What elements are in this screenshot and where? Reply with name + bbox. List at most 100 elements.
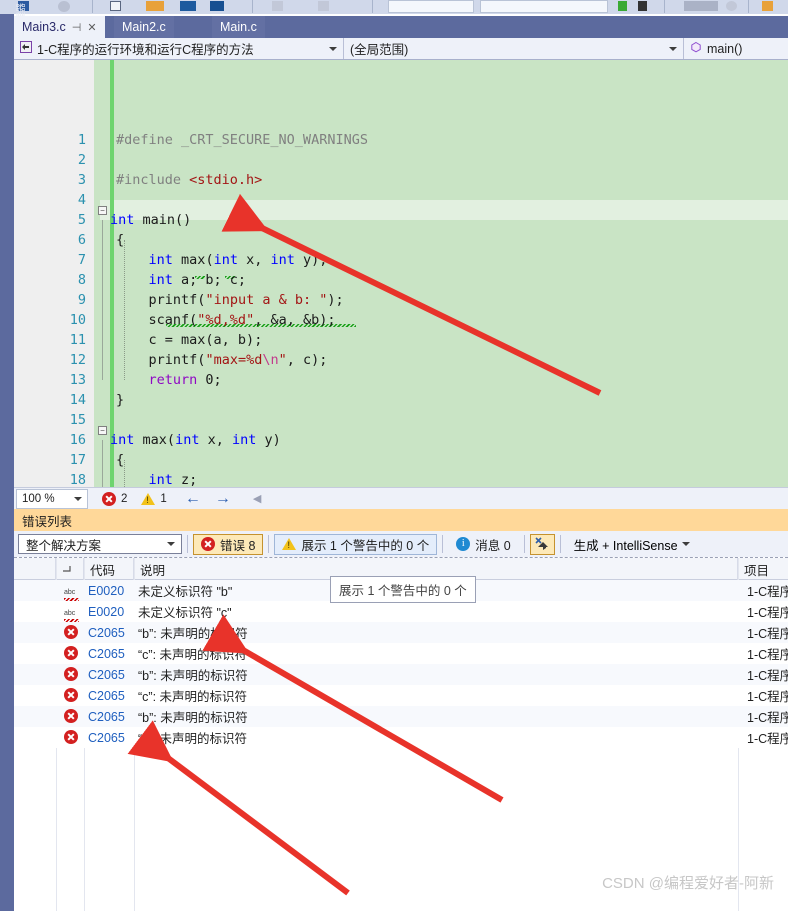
code-line: int max(int x, int y); xyxy=(148,252,328,268)
toolbar-icon-misc[interactable] xyxy=(684,1,718,11)
tab-main3-c[interactable]: Main3.c ⊣ ✕ xyxy=(14,16,105,38)
status-error-count[interactable]: 2 xyxy=(102,491,127,506)
code-line: return 0; xyxy=(148,372,222,388)
project-icon xyxy=(20,41,32,56)
editor-navigation-bar: 1-C程序的运行环境和运行C程序的方法 (全局范围) main() xyxy=(14,38,788,60)
toolbar-icon-layout[interactable] xyxy=(762,1,773,11)
table-row[interactable]: C2065 “b”: 未声明的标识符 1-C程序的运 xyxy=(14,664,788,685)
code-line: printf("max=%d\n", c); xyxy=(148,352,328,368)
arrow-left-icon[interactable]: ← xyxy=(185,490,201,508)
line-number: 15 xyxy=(69,412,86,428)
status-warning-count[interactable]: 1 xyxy=(141,492,167,505)
line-number: 12 xyxy=(69,352,86,368)
line-number: 4 xyxy=(77,192,86,208)
scroll-left-icon[interactable]: ◀ xyxy=(253,492,261,505)
error-icon xyxy=(64,709,80,725)
error-project: 1-C程序的运 xyxy=(747,627,788,641)
line-number: 7 xyxy=(77,252,86,268)
chevron-down-icon[interactable] xyxy=(167,542,175,546)
project-scope-combo[interactable]: 1-C程序的运行环境和运行C程序的方法 xyxy=(14,38,344,59)
table-row[interactable]: abc E0020 未定义标识符 "c" 1-C程序的运 xyxy=(14,601,788,622)
arrow-right-icon[interactable]: → xyxy=(215,490,231,508)
chevron-down-icon[interactable] xyxy=(329,46,337,51)
csdn-watermark: CSDN @编程爱好者-阿新 xyxy=(602,875,774,892)
clear-filter-button[interactable] xyxy=(529,533,555,555)
main-toolbar[interactable] xyxy=(0,0,788,14)
line-number: 18 xyxy=(69,472,86,487)
member-combo[interactable]: main() xyxy=(684,38,788,59)
fold-collapse-max[interactable]: − xyxy=(98,426,107,435)
column-header-marker[interactable] xyxy=(14,558,56,580)
error-icon xyxy=(64,688,80,704)
intellisense-squiggle-icon: abc xyxy=(64,604,80,622)
table-row[interactable]: C2065 “b”: 未声明的标识符 1-C程序的运 xyxy=(14,622,788,643)
chevron-down-icon[interactable] xyxy=(74,496,82,501)
line-number: 9 xyxy=(77,292,86,308)
code-line: { xyxy=(116,232,125,248)
close-icon[interactable]: ✕ xyxy=(87,21,96,34)
toolbar-icon-stop[interactable] xyxy=(638,1,647,11)
toolbar-separator xyxy=(442,535,444,553)
code-line: int z; xyxy=(148,472,198,487)
toolbar-icon-settings[interactable] xyxy=(726,1,737,11)
toolbar-icon-folder[interactable] xyxy=(146,1,164,11)
code-line: printf("input a & b: "); xyxy=(148,292,344,308)
table-row[interactable]: C2065 “b”: 未声明的标识符 1-C程序的运 xyxy=(14,706,788,727)
zoom-level-combo[interactable]: 100 % xyxy=(16,488,88,509)
code-line: #include <stdio.h> xyxy=(116,172,263,188)
error-icon xyxy=(64,646,80,662)
chevron-down-icon[interactable] xyxy=(681,542,690,546)
toolbar-platform-combo[interactable] xyxy=(480,0,608,13)
warnings-filter-toggle[interactable]: 展示 1 个警告中的 0 个 xyxy=(274,533,438,555)
error-description: “c”: 未声明的标识符 xyxy=(138,690,248,704)
table-row[interactable]: C2065 “c”: 未声明的标识符 1-C程序的运 xyxy=(14,643,788,664)
scope-filter-label: 整个解决方案 xyxy=(26,538,102,553)
toolbar-separator xyxy=(664,0,665,13)
scope-combo[interactable]: (全局范围) xyxy=(344,38,684,59)
column-header-icon[interactable] xyxy=(56,558,84,580)
column-header-code[interactable]: 代码 xyxy=(84,558,134,580)
error-description: 未定义标识符 "b" xyxy=(138,585,233,599)
error-icon xyxy=(201,537,215,551)
visual-studio-window: 解决方案资源管理器 Main3.c ⊣ ✕ Main2.c Main.c 1-C… xyxy=(0,0,788,911)
table-row[interactable]: C2065 “c”: 未声明的标识符 1-C程序的运 xyxy=(14,727,788,748)
table-row[interactable]: C2065 “c”: 未声明的标识符 1-C程序的运 xyxy=(14,685,788,706)
toolbar-icon-start[interactable] xyxy=(618,1,627,11)
fold-collapse-main[interactable]: − xyxy=(98,206,107,215)
error-icon xyxy=(64,625,80,641)
toolbar-icon-window[interactable] xyxy=(110,1,121,11)
toolbar-config-combo[interactable] xyxy=(388,0,474,13)
error-description: “b”: 未声明的标识符 xyxy=(138,627,248,641)
scope-label: (全局范围) xyxy=(350,43,409,57)
code-line: } xyxy=(116,392,125,408)
build-source-combo[interactable]: 生成 + IntelliSense xyxy=(565,533,696,555)
toolbar-icon-nav-forward[interactable] xyxy=(318,1,329,11)
editor-tab-strip[interactable]: Main3.c ⊣ ✕ Main2.c Main.c xyxy=(14,16,788,38)
pin-icon[interactable]: ⊣ xyxy=(72,21,82,34)
error-list-grid[interactable]: 代码 说明 项目 abc E0020 未定义标识符 "b" 1-C程序的运 ab… xyxy=(14,557,788,911)
toolbar-icon-undo[interactable] xyxy=(58,1,70,12)
errors-filter-toggle[interactable]: 错误 8 xyxy=(193,533,264,555)
column-header-project[interactable]: 项目 xyxy=(738,558,788,580)
editor-status-bar: 100 % 2 1 ← → ◀ xyxy=(14,487,788,509)
code-line: int max(int x, int y) xyxy=(110,432,281,448)
tab-main-c[interactable]: Main.c xyxy=(212,16,265,38)
error-code: C2065 xyxy=(88,688,125,703)
toolbar-icon-debug[interactable] xyxy=(210,1,224,11)
toolbar-icon-nav-back[interactable] xyxy=(272,1,283,11)
tab-label: Main3.c xyxy=(22,20,66,34)
left-dock-strip[interactable]: 解决方案资源管理器 xyxy=(0,3,26,911)
scope-filter-combo[interactable]: 整个解决方案 xyxy=(18,534,182,554)
error-description: 未定义标识符 "c" xyxy=(138,606,232,620)
tab-label: Main.c xyxy=(220,20,257,34)
chevron-down-icon[interactable] xyxy=(669,46,677,51)
code-editor[interactable]: − − 1 2 3 4 5 6 7 8 9 10 11 12 13 14 15 … xyxy=(14,60,788,487)
error-code: C2065 xyxy=(88,646,125,661)
tab-main2-c[interactable]: Main2.c xyxy=(114,16,174,38)
messages-filter-toggle[interactable]: i 消息 0 xyxy=(448,534,518,555)
toolbar-icon-build[interactable] xyxy=(180,1,196,11)
code-line: int a; b; c; xyxy=(148,272,247,288)
block-guide-main xyxy=(102,220,103,380)
